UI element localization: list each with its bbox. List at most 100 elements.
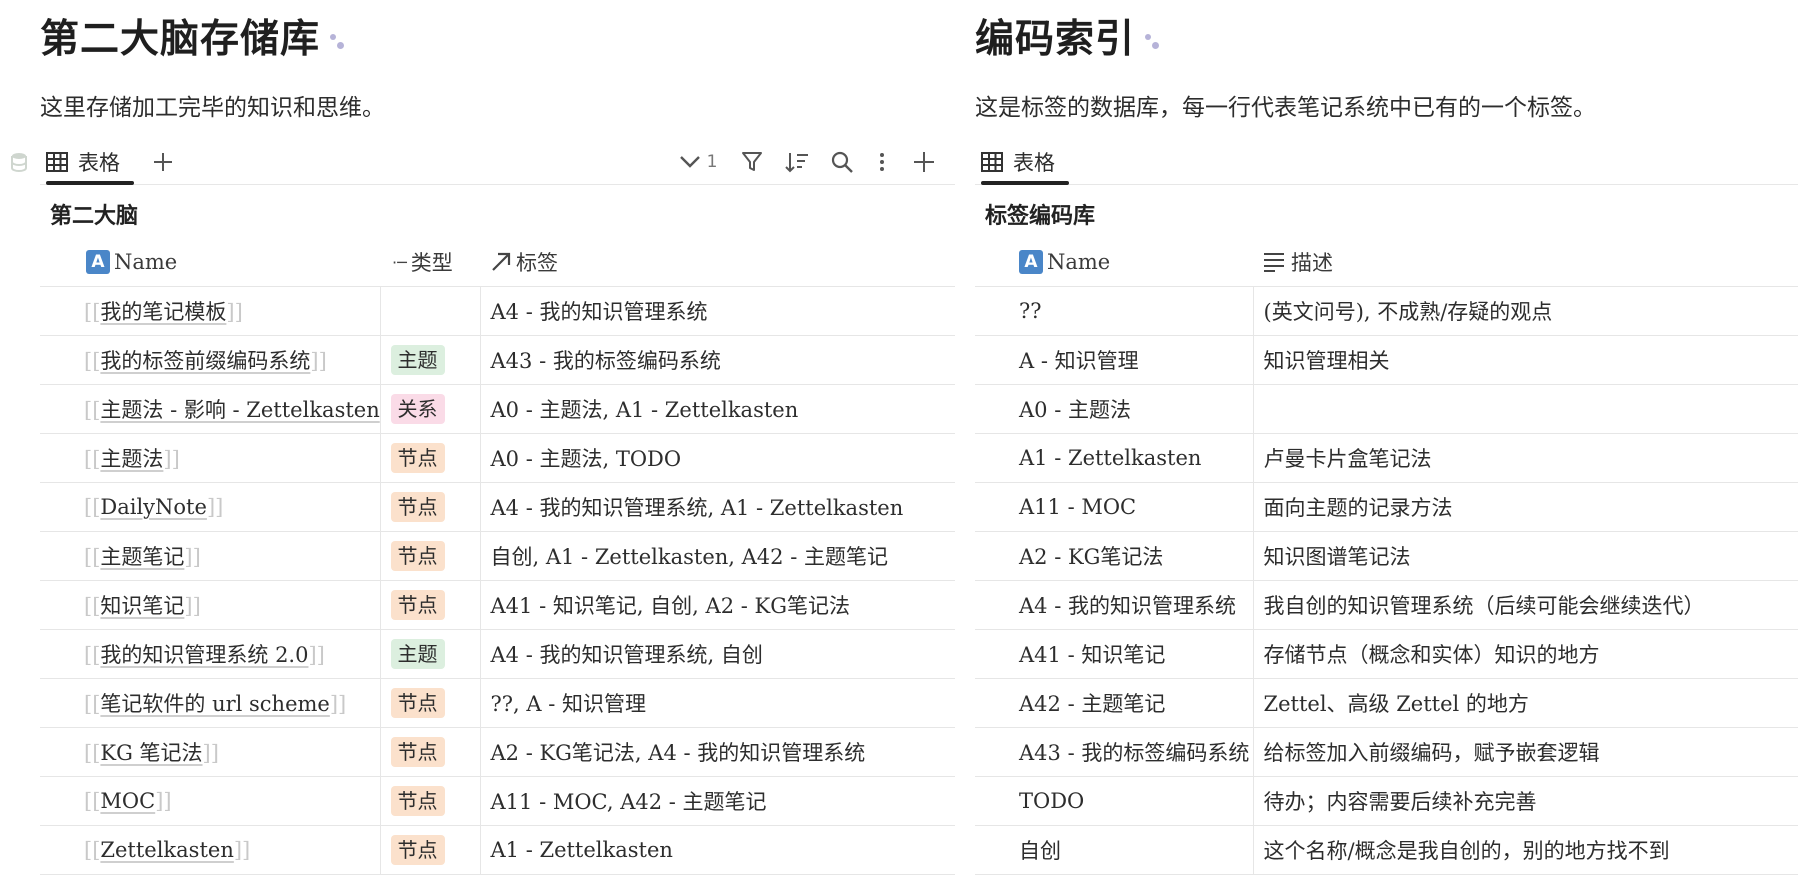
cell-name[interactable]: [[我的标签前缀编码系统]] xyxy=(40,336,380,385)
cell-type[interactable] xyxy=(380,287,480,336)
table-row[interactable]: [[笔记软件的 url scheme]]节点??, A - 知识管理 xyxy=(40,679,955,728)
cell-name[interactable]: [[我的笔记模板]] xyxy=(40,287,380,336)
cell-tags[interactable]: A4 - 我的知识管理系统 xyxy=(480,287,955,336)
cell-description[interactable]: 待办；内容需要后续补充完善 xyxy=(1253,777,1798,826)
note-link[interactable]: [[MOC]] xyxy=(40,789,380,813)
cell-tags[interactable]: A1 - Zettelkasten xyxy=(480,826,955,875)
cell-name[interactable]: A1 - Zettelkasten xyxy=(975,434,1253,483)
cell-type[interactable]: 节点 xyxy=(380,532,480,581)
cell-name[interactable]: [[Zettelkasten]] xyxy=(40,826,380,875)
table-row[interactable]: [[MOC]]节点A11 - MOC, A42 - 主题笔记 xyxy=(40,777,955,826)
cell-name[interactable]: [[MOC]] xyxy=(40,777,380,826)
table-row[interactable]: A2 - KG笔记法知识图谱笔记法 xyxy=(975,532,1798,581)
table-row[interactable]: A4 - 我的知识管理系统我自创的知识管理系统（后续可能会继续迭代） xyxy=(975,581,1798,630)
cell-name[interactable]: A - 知识管理 xyxy=(975,336,1253,385)
cell-tags[interactable]: A11 - MOC, A42 - 主题笔记 xyxy=(480,777,955,826)
cell-name[interactable]: ?? xyxy=(975,287,1253,336)
cell-type[interactable]: 关系 xyxy=(380,385,480,434)
cell-description[interactable]: 我自创的知识管理系统（后续可能会继续迭代） xyxy=(1253,581,1798,630)
cell-name[interactable]: [[KG 笔记法]] xyxy=(40,728,380,777)
cell-tags[interactable]: A0 - 主题法, TODO xyxy=(480,434,955,483)
sort-button[interactable] xyxy=(781,146,813,178)
tab-table-view[interactable]: 表格 xyxy=(46,142,134,182)
cell-description[interactable]: 存储节点（概念和实体）知识的地方 xyxy=(1253,630,1798,679)
note-link[interactable]: [[主题法]] xyxy=(40,443,380,473)
cell-name[interactable]: [[笔记软件的 url scheme]] xyxy=(40,679,380,728)
table-row[interactable]: A - 知识管理知识管理相关 xyxy=(975,336,1798,385)
cell-name[interactable]: A42 - 主题笔记 xyxy=(975,679,1253,728)
group-toggle-button[interactable]: 1 xyxy=(672,146,724,178)
column-header-type[interactable]: ·─类型 xyxy=(380,238,480,287)
cell-description[interactable]: 知识图谱笔记法 xyxy=(1253,532,1798,581)
table-row[interactable]: [[我的标签前缀编码系统]]主题A43 - 我的标签编码系统 xyxy=(40,336,955,385)
table-row[interactable]: A0 - 主题法 xyxy=(975,385,1798,434)
cell-name[interactable]: A2 - KG笔记法 xyxy=(975,532,1253,581)
cell-type[interactable]: 节点 xyxy=(380,679,480,728)
table-row[interactable]: ??(英文问号), 不成熟/存疑的观点 xyxy=(975,287,1798,336)
table-row[interactable]: 自创这个名称/概念是我自创的，别的地方找不到 xyxy=(975,826,1798,875)
cell-description[interactable]: (英文问号), 不成熟/存疑的观点 xyxy=(1253,287,1798,336)
cell-description[interactable]: 这个名称/概念是我自创的，别的地方找不到 xyxy=(1253,826,1798,875)
note-link-text[interactable]: 我的笔记模板 xyxy=(100,300,226,324)
cell-name[interactable]: [[DailyNote]] xyxy=(40,483,380,532)
cell-name[interactable]: [[主题法]] xyxy=(40,434,380,483)
cell-name[interactable]: 自创 xyxy=(975,826,1253,875)
table-row[interactable]: [[知识笔记]]节点A41 - 知识笔记, 自创, A2 - KG笔记法 xyxy=(40,581,955,630)
cell-description[interactable]: Zettel、高级 Zettel 的地方 xyxy=(1253,679,1798,728)
table-row[interactable]: [[主题法]]节点A0 - 主题法, TODO xyxy=(40,434,955,483)
column-header-description[interactable]: 描述 xyxy=(1253,238,1798,287)
note-link[interactable]: [[知识笔记]] xyxy=(40,590,380,620)
cell-name[interactable]: [[知识笔记]] xyxy=(40,581,380,630)
cell-description[interactable]: 知识管理相关 xyxy=(1253,336,1798,385)
add-view-button[interactable] xyxy=(148,146,178,178)
cell-name[interactable]: A11 - MOC xyxy=(975,483,1253,532)
search-button[interactable] xyxy=(826,146,858,178)
note-link-text[interactable]: 笔记软件的 url scheme xyxy=(100,692,329,716)
column-header-name[interactable]: AName xyxy=(40,238,380,287)
note-link-text[interactable]: 主题法 - 影响 - Zettelkasten xyxy=(100,398,379,422)
cell-type[interactable]: 节点 xyxy=(380,777,480,826)
column-header-tags[interactable]: 标签 xyxy=(480,238,955,287)
cell-tags[interactable]: ??, A - 知识管理 xyxy=(480,679,955,728)
cell-name[interactable]: A41 - 知识笔记 xyxy=(975,630,1253,679)
cell-description[interactable]: 面向主题的记录方法 xyxy=(1253,483,1798,532)
table-row[interactable]: A42 - 主题笔记Zettel、高级 Zettel 的地方 xyxy=(975,679,1798,728)
new-row-button[interactable] xyxy=(908,146,940,178)
table-row[interactable]: [[KG 笔记法]]节点A2 - KG笔记法, A4 - 我的知识管理系统 xyxy=(40,728,955,777)
cell-type[interactable]: 节点 xyxy=(380,581,480,630)
cell-type[interactable]: 节点 xyxy=(380,483,480,532)
cell-tags[interactable]: 自创, A1 - Zettelkasten, A42 - 主题笔记 xyxy=(480,532,955,581)
cell-tags[interactable]: A41 - 知识笔记, 自创, A2 - KG笔记法 xyxy=(480,581,955,630)
cell-type[interactable]: 节点 xyxy=(380,826,480,875)
more-options-button[interactable] xyxy=(870,146,894,178)
cell-tags[interactable]: A43 - 我的标签编码系统 xyxy=(480,336,955,385)
table-row[interactable]: A1 - Zettelkasten卢曼卡片盒笔记法 xyxy=(975,434,1798,483)
note-link-text[interactable]: 知识笔记 xyxy=(100,594,184,618)
note-link-text[interactable]: 我的知识管理系统 2.0 xyxy=(100,643,308,667)
note-link[interactable]: [[我的笔记模板]] xyxy=(40,296,380,326)
cell-name[interactable]: [[主题法 - 影响 - Zettelkasten]] xyxy=(40,385,380,434)
table-row[interactable]: A41 - 知识笔记存储节点（概念和实体）知识的地方 xyxy=(975,630,1798,679)
cell-type[interactable]: 主题 xyxy=(380,630,480,679)
cell-name[interactable]: A4 - 我的知识管理系统 xyxy=(975,581,1253,630)
table-row[interactable]: [[主题笔记]]节点自创, A1 - Zettelkasten, A42 - 主… xyxy=(40,532,955,581)
note-link[interactable]: [[我的知识管理系统 2.0]] xyxy=(40,639,380,669)
table-row[interactable]: [[Zettelkasten]]节点A1 - Zettelkasten xyxy=(40,826,955,875)
filter-button[interactable] xyxy=(736,146,768,178)
note-link-text[interactable]: DailyNote xyxy=(100,495,207,519)
note-link[interactable]: [[主题笔记]] xyxy=(40,541,380,571)
cell-name[interactable]: TODO xyxy=(975,777,1253,826)
table-row[interactable]: [[我的笔记模板]] A4 - 我的知识管理系统 xyxy=(40,287,955,336)
cell-type[interactable]: 节点 xyxy=(380,728,480,777)
table-row[interactable]: A11 - MOC面向主题的记录方法 xyxy=(975,483,1798,532)
cell-name[interactable]: [[我的知识管理系统 2.0]] xyxy=(40,630,380,679)
cell-tags[interactable]: A4 - 我的知识管理系统, 自创 xyxy=(480,630,955,679)
cell-tags[interactable]: A0 - 主题法, A1 - Zettelkasten xyxy=(480,385,955,434)
cell-name[interactable]: A0 - 主题法 xyxy=(975,385,1253,434)
cell-description[interactable]: 卢曼卡片盒笔记法 xyxy=(1253,434,1798,483)
note-link-text[interactable]: 主题笔记 xyxy=(100,545,184,569)
table-row[interactable]: [[我的知识管理系统 2.0]]主题A4 - 我的知识管理系统, 自创 xyxy=(40,630,955,679)
note-link[interactable]: [[主题法 - 影响 - Zettelkasten]] xyxy=(40,394,380,424)
note-link[interactable]: [[Zettelkasten]] xyxy=(40,838,380,862)
note-link[interactable]: [[DailyNote]] xyxy=(40,495,380,519)
